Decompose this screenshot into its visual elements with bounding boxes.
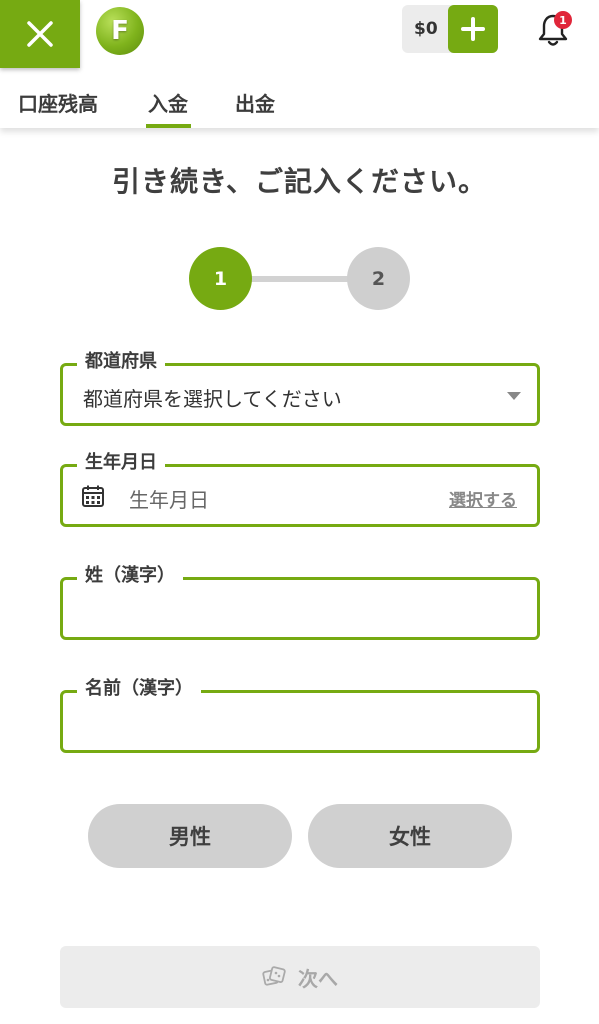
birthdate-placeholder: 生年月日 — [129, 488, 209, 512]
gender-female-button[interactable]: 女性 — [308, 804, 512, 868]
next-button[interactable]: 次へ — [60, 946, 540, 1008]
first-name-label: 名前（漢字） — [77, 677, 201, 701]
tab-deposit[interactable]: 入金 — [148, 88, 188, 117]
plus-icon — [461, 17, 485, 41]
prefecture-select[interactable]: 都道府県 都道府県を選択してください — [60, 350, 540, 426]
brand-logo[interactable]: F — [96, 7, 144, 55]
balance-amount: $0 — [414, 19, 438, 39]
notification-badge: 1 — [554, 11, 572, 29]
dice-icon — [262, 966, 286, 986]
top-bar: F $0 1 口座残高 入金 出金 — [0, 0, 599, 128]
prefecture-label: 都道府県 — [77, 350, 165, 374]
next-button-label: 次へ — [298, 966, 338, 991]
step-1-indicator: 1 — [189, 247, 252, 310]
birthdate-field[interactable]: 生年月日 生年月日 選択する — [60, 451, 540, 527]
birthdate-label: 生年月日 — [77, 451, 165, 475]
stepper-connector — [250, 276, 350, 282]
deposit-add-button[interactable] — [448, 5, 498, 53]
active-tab-indicator — [146, 124, 191, 128]
step-2-indicator: 2 — [347, 247, 410, 310]
chevron-down-icon — [507, 392, 521, 400]
last-name-field[interactable]: 姓（漢字） — [60, 564, 540, 640]
first-name-field[interactable]: 名前（漢字） — [60, 677, 540, 753]
close-icon — [27, 21, 53, 47]
gender-male-button[interactable]: 男性 — [88, 804, 292, 868]
tab-balance[interactable]: 口座残高 — [18, 88, 98, 117]
birthdate-select-link[interactable]: 選択する — [449, 486, 517, 511]
logo-letter: F — [111, 16, 129, 46]
wallet-tabs: 口座残高 入金 出金 — [0, 84, 599, 128]
tab-withdraw[interactable]: 出金 — [235, 88, 275, 117]
calendar-icon — [82, 485, 104, 507]
prefecture-value: 都道府県を選択してください — [83, 387, 342, 411]
last-name-label: 姓（漢字） — [77, 564, 183, 588]
page-title: 引き続き、ご記入ください。 — [111, 165, 488, 198]
close-button[interactable] — [0, 0, 80, 68]
